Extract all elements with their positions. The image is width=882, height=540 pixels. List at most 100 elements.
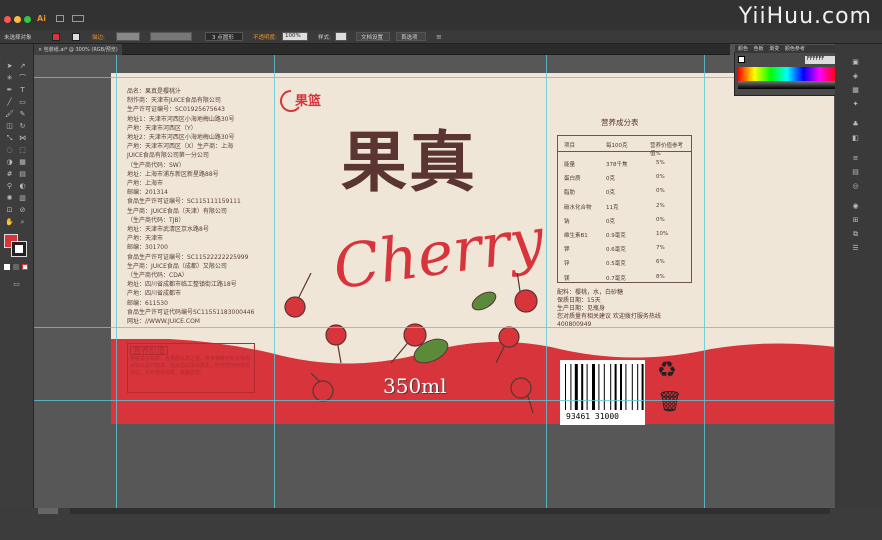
nutrition-header-cell: 营养价值参考值%	[650, 143, 684, 157]
canvas[interactable]: 品名：果真是樱桃汁 制作商：天津市JUICE食品有限公司 生产许可证编号：SC0…	[34, 55, 834, 508]
selection-tool-icon[interactable]: ➤	[5, 62, 14, 71]
properties-icon[interactable]: ▣	[851, 58, 860, 67]
nutrition-header-cell: 每100克	[606, 143, 628, 149]
style-field[interactable]	[335, 32, 347, 41]
nutrition-cell: 0克	[606, 190, 615, 197]
bridge-icon[interactable]	[56, 15, 64, 22]
arrange-icon[interactable]: ≡	[436, 33, 448, 41]
tools-panel: ➤ ↗ ✳ ⌒ ✒ T ╱ ▭ 🖌 ✎ ◫ ↻ ⤡ ⋈ ◌ ⬚ ◑ ▦ # ▤ …	[0, 44, 34, 508]
hex-field[interactable]: FFFFFF	[805, 56, 835, 64]
zoom-tool-icon[interactable]: ⌕	[18, 218, 27, 227]
warp-tool-icon[interactable]: ◌	[5, 146, 14, 155]
symbol-sprayer-tool-icon[interactable]: ✺	[5, 194, 14, 203]
screen-mode-icon[interactable]: ▭	[12, 280, 21, 289]
layers-icon[interactable]: ☰	[851, 244, 860, 253]
control-bar: 未选择对象 描边: 3 点圆形 不透明度: 100% 样式: 文档设置 首选项 …	[0, 30, 882, 44]
artboard-tool-icon[interactable]: ⊡	[5, 206, 14, 215]
rectangle-tool-icon[interactable]: ▭	[18, 98, 27, 107]
nutrition-cell: 7%	[656, 245, 665, 252]
zoom-level-field[interactable]	[38, 508, 58, 514]
hand-tool-icon[interactable]: ✋	[5, 218, 14, 227]
shape-builder-tool-icon[interactable]: ◑	[5, 158, 14, 167]
tab-swatches[interactable]: 色板	[754, 46, 764, 52]
free-transform-tool-icon[interactable]: ⬚	[18, 146, 27, 155]
none-mode-icon[interactable]	[22, 264, 28, 270]
nutrition-cell: 0%	[656, 174, 665, 181]
color-icon[interactable]: ◈	[851, 72, 860, 81]
fill-swatch[interactable]	[52, 33, 60, 41]
magic-wand-tool-icon[interactable]: ✳	[5, 74, 14, 83]
horizontal-scrollbar[interactable]	[70, 508, 830, 514]
direct-selection-tool-icon[interactable]: ↗	[18, 62, 27, 71]
type-tool-icon[interactable]: T	[18, 86, 27, 95]
preferences-button[interactable]: 首选项	[396, 32, 426, 41]
gradient-icon[interactable]: ▤	[851, 168, 860, 177]
gradient-mode-icon[interactable]	[13, 264, 19, 270]
align-icon[interactable]: ⊞	[851, 216, 860, 225]
zoom-window-button[interactable]	[24, 16, 31, 23]
rotate-tool-icon[interactable]: ↻	[18, 122, 27, 131]
artboard[interactable]: 品名：果真是樱桃汁 制作商：天津市JUICE食品有限公司 生产许可证编号：SC0…	[111, 73, 834, 425]
tab-gradient[interactable]: 渐变	[769, 46, 779, 52]
arrange-documents-icon[interactable]	[72, 15, 84, 22]
stroke-weight-field[interactable]	[116, 32, 140, 41]
cherry-icon	[310, 372, 334, 402]
line-tool-icon[interactable]: ╱	[5, 98, 14, 107]
gradient-tool-icon[interactable]: ▤	[18, 170, 27, 179]
color-spectrum[interactable]	[738, 67, 836, 81]
nutrition-cell: 0.6毫克	[606, 247, 626, 254]
pen-tool-icon[interactable]: ✒	[5, 86, 14, 95]
width-tool-icon[interactable]: ⋈	[18, 134, 27, 143]
barcode-bar	[625, 364, 627, 410]
symbols-icon[interactable]: ♣	[851, 120, 860, 129]
slice-tool-icon[interactable]: ⊘	[18, 206, 27, 215]
barcode-bar	[641, 364, 644, 410]
tab-color-guide[interactable]: 颜色参考	[785, 46, 805, 52]
nutrition-cell: 蛋白质	[564, 176, 581, 183]
brush-field[interactable]: 3 点圆形	[205, 32, 243, 41]
opacity-field[interactable]: 100%	[282, 32, 308, 41]
nutrition-cell: 8%	[656, 273, 665, 280]
guide	[34, 400, 834, 401]
minimize-window-button[interactable]	[14, 16, 21, 23]
panel-tabs: 颜色 色板 渐变 颜色参考	[735, 45, 839, 53]
doc-setup-button[interactable]: 文档设置	[356, 32, 390, 41]
nutrition-cell: 10%	[656, 231, 669, 237]
stroke-swatch[interactable]	[72, 33, 80, 41]
stroke-color-box[interactable]	[11, 241, 27, 257]
color-spectrum-dark[interactable]	[738, 81, 836, 89]
lasso-tool-icon[interactable]: ⌒	[18, 74, 27, 83]
pathfinder-icon[interactable]: ⧉	[851, 230, 860, 239]
tab-color[interactable]: 颜色	[738, 46, 748, 52]
mesh-tool-icon[interactable]: #	[5, 170, 14, 179]
tab-document[interactable]: × 包裝纸.ai* @ 300% (RGB/预览)	[34, 44, 122, 55]
cherry-icon	[510, 377, 534, 414]
graph-tool-icon[interactable]: ▥	[18, 194, 27, 203]
appearance-icon[interactable]: ◉	[851, 202, 860, 211]
graphic-styles-icon[interactable]: ◧	[851, 134, 860, 143]
panel-fill-swatch[interactable]	[738, 56, 745, 63]
close-window-button[interactable]	[4, 16, 11, 23]
pencil-tool-icon[interactable]: ✎	[18, 110, 27, 119]
stroke-icon[interactable]: ≡	[851, 154, 860, 163]
variable-width-field[interactable]	[150, 32, 192, 41]
barcode-bar	[570, 364, 572, 410]
scale-tool-icon[interactable]: ⤡	[5, 134, 14, 143]
transparency-icon[interactable]: ◎	[851, 182, 860, 191]
default-colors-icon[interactable]	[4, 264, 10, 270]
eyedropper-tool-icon[interactable]: ⚲	[5, 182, 14, 191]
color-panel: 颜色 色板 渐变 颜色参考 FFFFFF	[734, 45, 839, 96]
paintbrush-tool-icon[interactable]: 🖌	[5, 110, 14, 119]
swatches-icon[interactable]: ▦	[851, 86, 860, 95]
barcode-bar	[592, 364, 595, 410]
blend-tool-icon[interactable]: ◐	[18, 182, 27, 191]
app-logo: Ai	[37, 14, 46, 23]
barcode-bar	[586, 364, 588, 410]
nutrition-divider	[558, 151, 691, 152]
nutrition-cell: 2%	[656, 202, 665, 209]
perspective-grid-tool-icon[interactable]: ▦	[18, 158, 27, 167]
brushes-icon[interactable]: ✦	[851, 100, 860, 109]
eraser-tool-icon[interactable]: ◫	[5, 122, 14, 131]
barcode-bar	[614, 364, 617, 410]
barcode-number: 93461 31000	[566, 412, 619, 421]
